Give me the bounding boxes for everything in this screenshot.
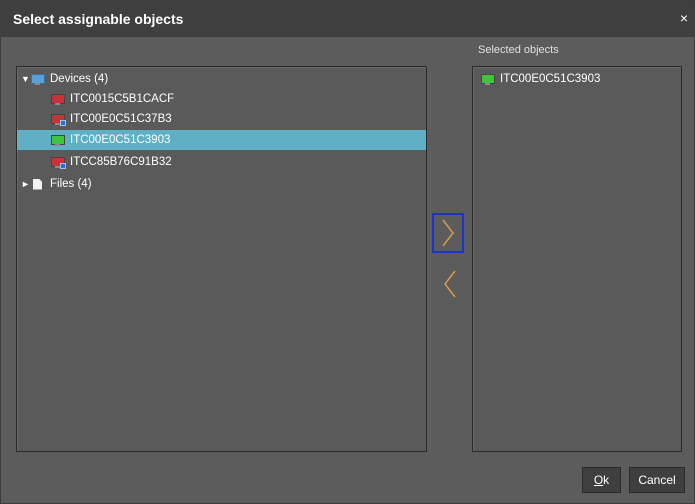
list-item[interactable]: ITC00E0C51C3903 (481, 69, 600, 89)
monitor-icon (481, 73, 495, 85)
tree-node-label: Devices (4) (50, 73, 109, 85)
file-icon (33, 178, 42, 190)
tree-node-label: Files (4) (50, 178, 92, 190)
monitor-icon (51, 156, 66, 169)
badge-icon (60, 119, 66, 126)
selected-objects-list[interactable]: ITC00E0C51C3903 (472, 66, 682, 452)
monitor-icon (51, 113, 66, 126)
monitor-icon (51, 93, 65, 105)
cancel-button[interactable]: Cancel (629, 467, 685, 493)
device-label: ITC00E0C51C37B3 (70, 113, 172, 125)
tree-item-device[interactable]: ITC0015C5B1CACF (51, 89, 174, 109)
ok-mnemonic: O (593, 473, 604, 487)
add-selected-button[interactable] (432, 213, 464, 253)
device-label: ITC00E0C51C3903 (70, 134, 171, 146)
remove-selected-button[interactable] (434, 264, 466, 304)
device-label: ITC0015C5B1CACF (70, 93, 175, 105)
close-icon[interactable]: × (680, 11, 688, 25)
tree-node-devices[interactable]: ▼ Devices (4) (21, 69, 108, 89)
devices-folder-icon (31, 73, 45, 85)
dialog-title: Select assignable objects (13, 11, 184, 27)
ok-label-rest: k (603, 473, 610, 487)
selected-item-label: ITC00E0C51C3903 (500, 73, 601, 85)
monitor-icon (51, 134, 65, 146)
tree-item-device-selected[interactable]: ITC00E0C51C3903 (17, 130, 426, 150)
available-objects-tree[interactable]: ▼ Devices (4) ITC0015C5B1CACF ITC00E0C51… (16, 66, 427, 452)
expand-arrow-icon[interactable]: ▼ (21, 74, 31, 84)
badge-icon (60, 162, 66, 169)
device-label: ITCC85B76C91B32 (70, 156, 172, 168)
selected-objects-label: Selected objects (478, 44, 559, 56)
chevron-left-icon (444, 270, 456, 298)
title-bar: Select assignable objects × (1, 1, 694, 37)
tree-item-device[interactable]: ITC00E0C51C37B3 (51, 109, 172, 129)
ok-button[interactable]: Ok (582, 467, 621, 493)
tree-item-device[interactable]: ITCC85B76C91B32 (51, 152, 172, 172)
collapse-arrow-icon[interactable]: ► (21, 179, 31, 189)
select-assignable-objects-dialog: Select assignable objects × Selected obj… (0, 0, 695, 504)
tree-node-files[interactable]: ► Files (4) (21, 174, 92, 194)
chevron-right-icon (442, 219, 454, 247)
